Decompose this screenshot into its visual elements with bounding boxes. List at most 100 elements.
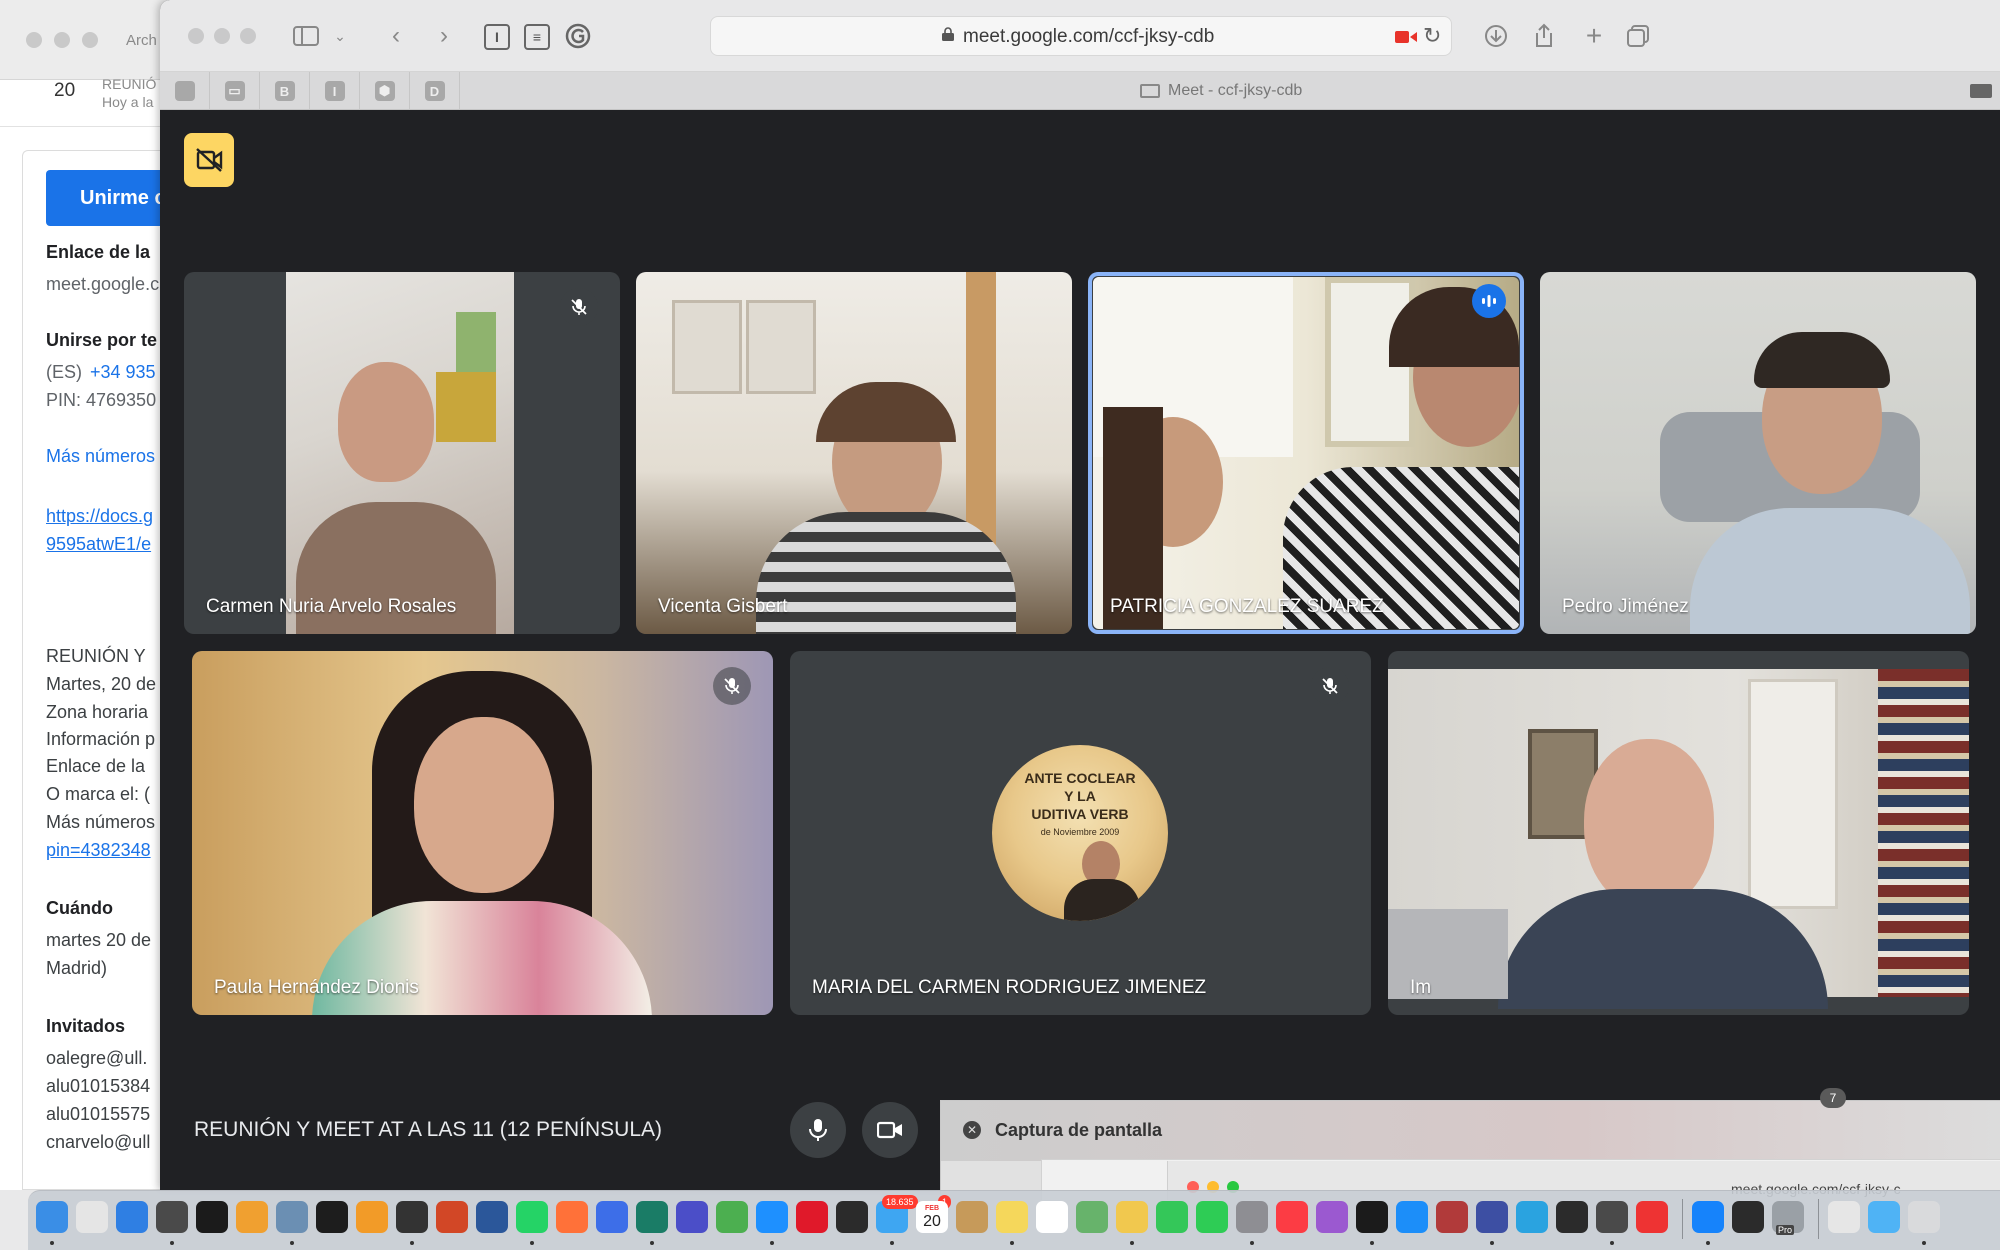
activity-icon[interactable] [156,1201,188,1233]
calendar-icon[interactable]: FEB 20 [916,1201,948,1233]
meeting-title: REUNIÓN Y MEET AT A LAS 11 (12 PENÍNSULA… [194,1118,663,1141]
photos-icon[interactable] [1116,1201,1148,1233]
event-detail-line[interactable]: 9595atwE1/e [46,534,151,555]
pinned-tab-4[interactable]: I [310,72,360,110]
camera-button[interactable] [862,1102,918,1158]
safari-icon[interactable] [756,1201,788,1233]
telegram-icon[interactable] [1516,1201,1548,1233]
color-picker-icon[interactable] [1556,1201,1588,1233]
event-detail-line: Más números [46,812,156,832]
pin-icon[interactable] [1636,1201,1668,1233]
dock: 18.6351FEB20Pro [28,1190,2000,1250]
archive-icon[interactable] [956,1201,988,1233]
writer-icon[interactable] [1596,1201,1628,1233]
event-detail-line[interactable]: https://docs.g [46,506,153,527]
event-detail-line: Invitados [46,1016,126,1036]
sidebar-icon[interactable] [290,20,322,52]
reminders-icon[interactable] [1036,1201,1068,1233]
grammarly-icon[interactable] [562,20,594,52]
participant-tile-2[interactable]: Vicenta Gisbert [636,272,1072,634]
bluetooth-icon[interactable] [1692,1201,1724,1233]
participant-tile-6[interactable]: ANTE COCLEAR Y LA UDITIVA VERB de Noviem… [790,651,1371,1015]
event-detail-line[interactable]: Más números [46,446,155,467]
tab-overview-icon[interactable] [1622,20,1654,52]
hidden-self-view-icon[interactable] [184,133,234,187]
pinned-tab-5[interactable]: ⬢ [360,72,410,110]
music-icon[interactable] [1276,1201,1308,1233]
participant-tile-3-speaking[interactable]: PATRICIA GONZALEZ SUAREZ [1088,272,1524,634]
mail-badge: 18.635 [882,1195,918,1209]
pinned-tab-1[interactable] [160,72,210,110]
finder-icon[interactable] [36,1201,68,1233]
participant-tile-5[interactable]: Paula Hernández Dionis [192,651,773,1015]
star-app-icon[interactable] [676,1201,708,1233]
chrome-icon[interactable] [716,1201,748,1233]
reader-extension-icon[interactable]: I [484,24,510,50]
event-detail-line: alu01015384 [46,1076,151,1096]
mic-off-icon [1311,667,1349,705]
image-capture-icon[interactable] [276,1201,308,1233]
reload-icon[interactable]: ↻ [1423,23,1441,49]
mic-off-icon [560,288,598,326]
stocks-icon[interactable] [196,1201,228,1233]
app-store-icon[interactable] [1396,1201,1428,1233]
minimize-window-button[interactable] [214,28,230,44]
notes-icon[interactable] [996,1201,1028,1233]
trash-icon[interactable] [1908,1201,1940,1233]
chevron-down-icon[interactable]: ⌄ [324,20,356,52]
screenshot-thumbnail[interactable]: ✕ Captura de pantalla meet.google.com/cc… [940,1100,2000,1200]
pages-icon[interactable] [236,1201,268,1233]
active-tab[interactable]: Meet - ccf-jksy-cdb [1140,82,1302,100]
firefox-dev-icon[interactable] [596,1201,628,1233]
vpn-icon[interactable] [1732,1201,1764,1233]
share-icon[interactable] [1528,20,1560,52]
zoom-window-button[interactable] [240,28,256,44]
firefox-icon[interactable] [556,1201,588,1233]
pinned-tab-2[interactable]: ▭ [210,72,260,110]
address-bar[interactable]: meet.google.com/ccf-jksy-cdb ↻ [710,16,1452,56]
messages-icon[interactable] [1156,1201,1188,1233]
microphone-button[interactable] [790,1102,846,1158]
close-window-button[interactable] [188,28,204,44]
participant-tile-4[interactable]: Pedro Jiménez [1540,272,1976,634]
event-detail-line[interactable]: pin=4382348 [46,840,151,861]
pinned-tab-3[interactable]: B [260,72,310,110]
tv-icon[interactable] [1356,1201,1388,1233]
new-tab-icon[interactable]: + [1578,20,1610,52]
close-thumbnail-icon[interactable]: ✕ [963,1121,981,1139]
participant-tile-1[interactable]: Carmen Nuria Arvelo Rosales [184,272,620,634]
screen-icon[interactable] [1476,1201,1508,1233]
launchpad-icon[interactable] [76,1201,108,1233]
whatsapp-icon[interactable] [516,1201,548,1233]
folder-icon[interactable] [1868,1201,1900,1233]
camera-in-use-icon[interactable] [1395,30,1417,44]
participant-video [1388,669,1969,1009]
icloud-icon[interactable] [116,1201,148,1233]
forward-arrow-icon[interactable]: › [428,20,460,52]
dictionary-icon[interactable] [1436,1201,1468,1233]
tab-title: Meet - ccf-jksy-cdb [1168,82,1303,99]
browser-toolbar: ⌄ ‹ › I ≡ meet.google.com/ccf-jksy-cdb ↻… [160,0,2000,72]
books-icon[interactable] [356,1201,388,1233]
opera-icon[interactable] [796,1201,828,1233]
facetime-icon[interactable] [1196,1201,1228,1233]
documents-icon[interactable] [1828,1201,1860,1233]
voice-memos-icon[interactable] [836,1201,868,1233]
event-detail-line: cnarvelo@ull [46,1132,151,1152]
settings-icon[interactable] [1236,1201,1268,1233]
maps-icon[interactable] [1076,1201,1108,1233]
podcasts-icon[interactable] [1316,1201,1348,1233]
participant-tile-7[interactable]: Im [1388,651,1969,1015]
word-icon[interactable] [476,1201,508,1233]
back-arrow-icon[interactable]: ‹ [380,20,412,52]
time-machine-icon[interactable] [636,1201,668,1233]
script-icon[interactable] [396,1201,428,1233]
pinned-tab-6[interactable]: D [410,72,460,110]
terminal-icon[interactable] [316,1201,348,1233]
background-traffic-lights[interactable] [26,32,98,48]
notes-extension-icon[interactable]: ≡ [524,24,550,50]
event-detail-line: oalegre@ull. [46,1048,148,1068]
powerpoint-icon[interactable] [436,1201,468,1233]
event-detail-line[interactable]: +34 935 [90,362,156,383]
downloads-icon[interactable] [1480,20,1512,52]
